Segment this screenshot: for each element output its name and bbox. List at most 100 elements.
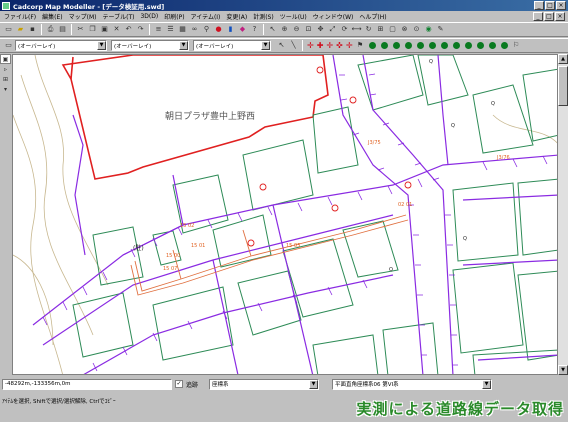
coord-system-select-2[interactable]: 平面直角座標系06 第VI系 ▼ — [332, 378, 493, 390]
green-dot-icon[interactable] — [452, 42, 460, 49]
list-icon[interactable]: ☰ — [165, 24, 176, 35]
menu-tools[interactable]: ツール(U) — [280, 12, 307, 21]
zoom-window-icon[interactable]: ⊡ — [303, 24, 314, 35]
tool-b-icon[interactable]: ▹ — [0, 64, 11, 74]
cut-icon[interactable]: ✂ — [75, 24, 86, 35]
layer-combo-3[interactable]: (オーバーレイ) ▼ — [193, 40, 271, 51]
menu-window[interactable]: ウィンドウ(W) — [313, 12, 354, 21]
layer-icon[interactable]: ▭ — [3, 40, 14, 51]
flag-icon[interactable]: ⚐ — [511, 40, 522, 51]
redo-icon[interactable]: ↷ — [135, 24, 146, 35]
tooltip-icon[interactable]: ▢ — [387, 24, 398, 35]
close-button[interactable]: × — [556, 1, 566, 10]
snap-cross-icon[interactable]: ✛ — [346, 41, 353, 50]
zoom-extent-icon[interactable]: ⤢ — [327, 24, 338, 35]
mdi-close-button[interactable]: × — [555, 12, 565, 21]
snap-mid-icon[interactable]: ✛ — [326, 41, 333, 50]
binoculars-icon[interactable]: ∞ — [189, 24, 200, 35]
menu-item[interactable]: アイテム(I) — [191, 12, 221, 21]
open-folder-icon[interactable]: ▰ — [15, 24, 26, 35]
scroll-up-icon[interactable]: ▲ — [558, 54, 568, 64]
green-dot-icon[interactable] — [416, 42, 424, 49]
rotate-icon[interactable]: ↻ — [363, 24, 374, 35]
measure-icon[interactable]: ⟷ — [351, 24, 362, 35]
zoom-in-icon[interactable]: ⊕ — [279, 24, 290, 35]
green-dot-icon[interactable] — [476, 42, 484, 49]
refresh-icon[interactable]: ⟳ — [339, 24, 350, 35]
menu-modify[interactable]: 変更(A) — [226, 12, 247, 21]
coord-system-select-1[interactable]: 座標系 ▼ — [209, 378, 320, 390]
green-dot-icon[interactable] — [464, 42, 472, 49]
copy-icon[interactable]: ❐ — [87, 24, 98, 35]
zoom-out-icon[interactable]: ⊖ — [291, 24, 302, 35]
snap-point-icon[interactable]: ✛ — [307, 41, 314, 50]
menu-file[interactable]: ファイル(F) — [4, 12, 36, 21]
select-arrow-icon[interactable]: ↖ — [267, 24, 278, 35]
maximize-button[interactable]: □ — [545, 1, 555, 10]
snap-end-icon[interactable]: ✚ — [317, 41, 324, 50]
save-icon[interactable]: ▪ — [27, 24, 38, 35]
tool-d-icon[interactable]: ▾ — [0, 84, 11, 94]
pointer-tool-icon[interactable]: ▣ — [0, 54, 11, 64]
minimize-button[interactable]: _ — [534, 1, 544, 10]
grid-icon[interactable]: ⊞ — [375, 24, 386, 35]
help-icon[interactable]: ? — [249, 24, 260, 35]
layer-combo-1[interactable]: (オーバーレイ) ▼ — [15, 40, 107, 51]
pan-icon[interactable]: ✥ — [315, 24, 326, 35]
chevron-down-icon[interactable]: ▼ — [482, 379, 492, 389]
menu-help[interactable]: ヘルプ(H) — [359, 12, 386, 21]
drawing-icon[interactable]: ✎ — [435, 24, 446, 35]
print-preview-icon[interactable]: ▤ — [57, 24, 68, 35]
green-dot-icon[interactable] — [488, 42, 496, 49]
chevron-down-icon[interactable]: ▼ — [97, 41, 106, 50]
snap-checkbox[interactable]: ✓ — [175, 380, 183, 388]
menu-table[interactable]: テーブル(T) — [102, 12, 134, 21]
green-dot-icon[interactable] — [500, 42, 508, 49]
delete-icon[interactable]: ✕ — [111, 24, 122, 35]
menu-edit[interactable]: 編集(E) — [42, 12, 62, 21]
green-dot-icon[interactable] — [368, 42, 376, 49]
mdi-restore-button[interactable]: □ — [544, 12, 554, 21]
green-dot-icon[interactable] — [380, 42, 388, 49]
new-file-icon[interactable]: ▭ — [3, 24, 14, 35]
search-icon[interactable]: ⚲ — [201, 24, 212, 35]
paste-icon[interactable]: ▣ — [99, 24, 110, 35]
chevron-down-icon[interactable]: ▼ — [261, 41, 270, 50]
vertical-scrollbar[interactable]: ▲ ▼ — [558, 54, 568, 375]
properties-icon[interactable]: ≡ — [153, 24, 164, 35]
green-dot-icon[interactable] — [404, 42, 412, 49]
chevron-down-icon[interactable]: ▼ — [179, 41, 188, 50]
menu-print[interactable]: 印刷(P) — [164, 12, 184, 21]
green-dot-icon[interactable] — [428, 42, 436, 49]
tag-icon[interactable]: ⚑ — [355, 40, 366, 51]
layers-icon[interactable]: ◆ — [237, 24, 248, 35]
mdi-minimize-button[interactable]: _ — [533, 12, 543, 21]
menu-3d[interactable]: 3D(D) — [140, 13, 158, 20]
table-icon[interactable]: ▦ — [177, 24, 188, 35]
green-dot-icon[interactable] — [392, 42, 400, 49]
stop-icon[interactable]: ● — [213, 24, 224, 35]
svg-text:Q: Q — [429, 59, 433, 65]
coordinates-field[interactable]: -48292m,-133356m,0m — [2, 378, 172, 390]
menu-map[interactable]: マップ(M) — [69, 12, 97, 21]
scroll-down-icon[interactable]: ▼ — [558, 365, 568, 375]
pointer-icon[interactable]: ↖ — [276, 40, 287, 51]
layer-combo-2[interactable]: (オーバーレイ) ▼ — [111, 40, 189, 51]
book-icon[interactable]: ▮ — [225, 24, 236, 35]
undo-icon[interactable]: ↶ — [123, 24, 134, 35]
svg-text:Q: Q — [463, 236, 467, 242]
globe-icon[interactable]: ◉ — [423, 24, 434, 35]
print-icon[interactable]: ⎙ — [45, 24, 56, 35]
menu-measure[interactable]: 計測(S) — [253, 12, 274, 21]
locate-icon[interactable]: ⊙ — [411, 24, 422, 35]
coordinates-value: -48292m,-133356m,0m — [5, 381, 71, 387]
tool-c-icon[interactable]: ⊞ — [0, 74, 11, 84]
line-icon[interactable]: ╲ — [288, 40, 299, 51]
zoom-prev-icon[interactable]: ⊗ — [399, 24, 410, 35]
scroll-thumb[interactable] — [558, 66, 568, 106]
snap-node-icon[interactable]: ✜ — [336, 41, 343, 50]
point-label: 15 02 — [180, 223, 195, 229]
chevron-down-icon[interactable]: ▼ — [309, 379, 319, 389]
green-dot-icon[interactable] — [440, 42, 448, 49]
map-canvas[interactable]: Q Q Q Q Q 朝日プラザ豊中上野西 (駐) J3/75 J3/76 02 … — [12, 54, 558, 375]
